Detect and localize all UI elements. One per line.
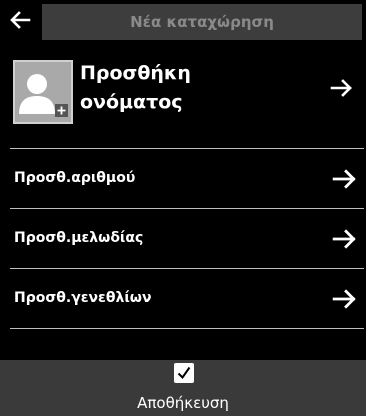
back-button[interactable] xyxy=(0,0,40,40)
menu-item-label: Προσθ.μελωδίας xyxy=(14,230,144,246)
save-label: Αποθήκευση xyxy=(137,394,229,412)
checkmark-icon xyxy=(174,363,194,383)
arrow-right-icon xyxy=(330,79,352,97)
add-name-label-line2: ονόματος xyxy=(80,91,183,113)
top-bar: Νέα καταχώρηση xyxy=(0,0,366,43)
divider xyxy=(10,148,364,149)
divider xyxy=(10,208,364,209)
divider xyxy=(10,268,364,269)
menu-item-add-melody[interactable]: Προσθ.μελωδίας xyxy=(0,210,366,267)
divider xyxy=(10,328,364,329)
menu-item-add-number[interactable]: Προσθ.αριθμού xyxy=(0,150,366,207)
menu-item-add-birthday[interactable]: Προσθ.γενεθλίων xyxy=(0,270,366,327)
contact-avatar-add-icon xyxy=(13,60,73,124)
add-name-label: Προσθήκη ονόματος xyxy=(80,59,280,117)
page-title: Νέα καταχώρηση xyxy=(42,4,362,40)
add-name-label-line1: Προσθήκη xyxy=(80,62,191,84)
arrow-right-icon xyxy=(332,169,356,189)
menu-item-label: Προσθ.γενεθλίων xyxy=(14,290,152,306)
arrow-left-icon xyxy=(10,11,31,29)
arrow-right-icon xyxy=(332,229,356,249)
menu-item-label: Προσθ.αριθμού xyxy=(14,170,136,186)
arrow-right-icon xyxy=(332,289,356,309)
